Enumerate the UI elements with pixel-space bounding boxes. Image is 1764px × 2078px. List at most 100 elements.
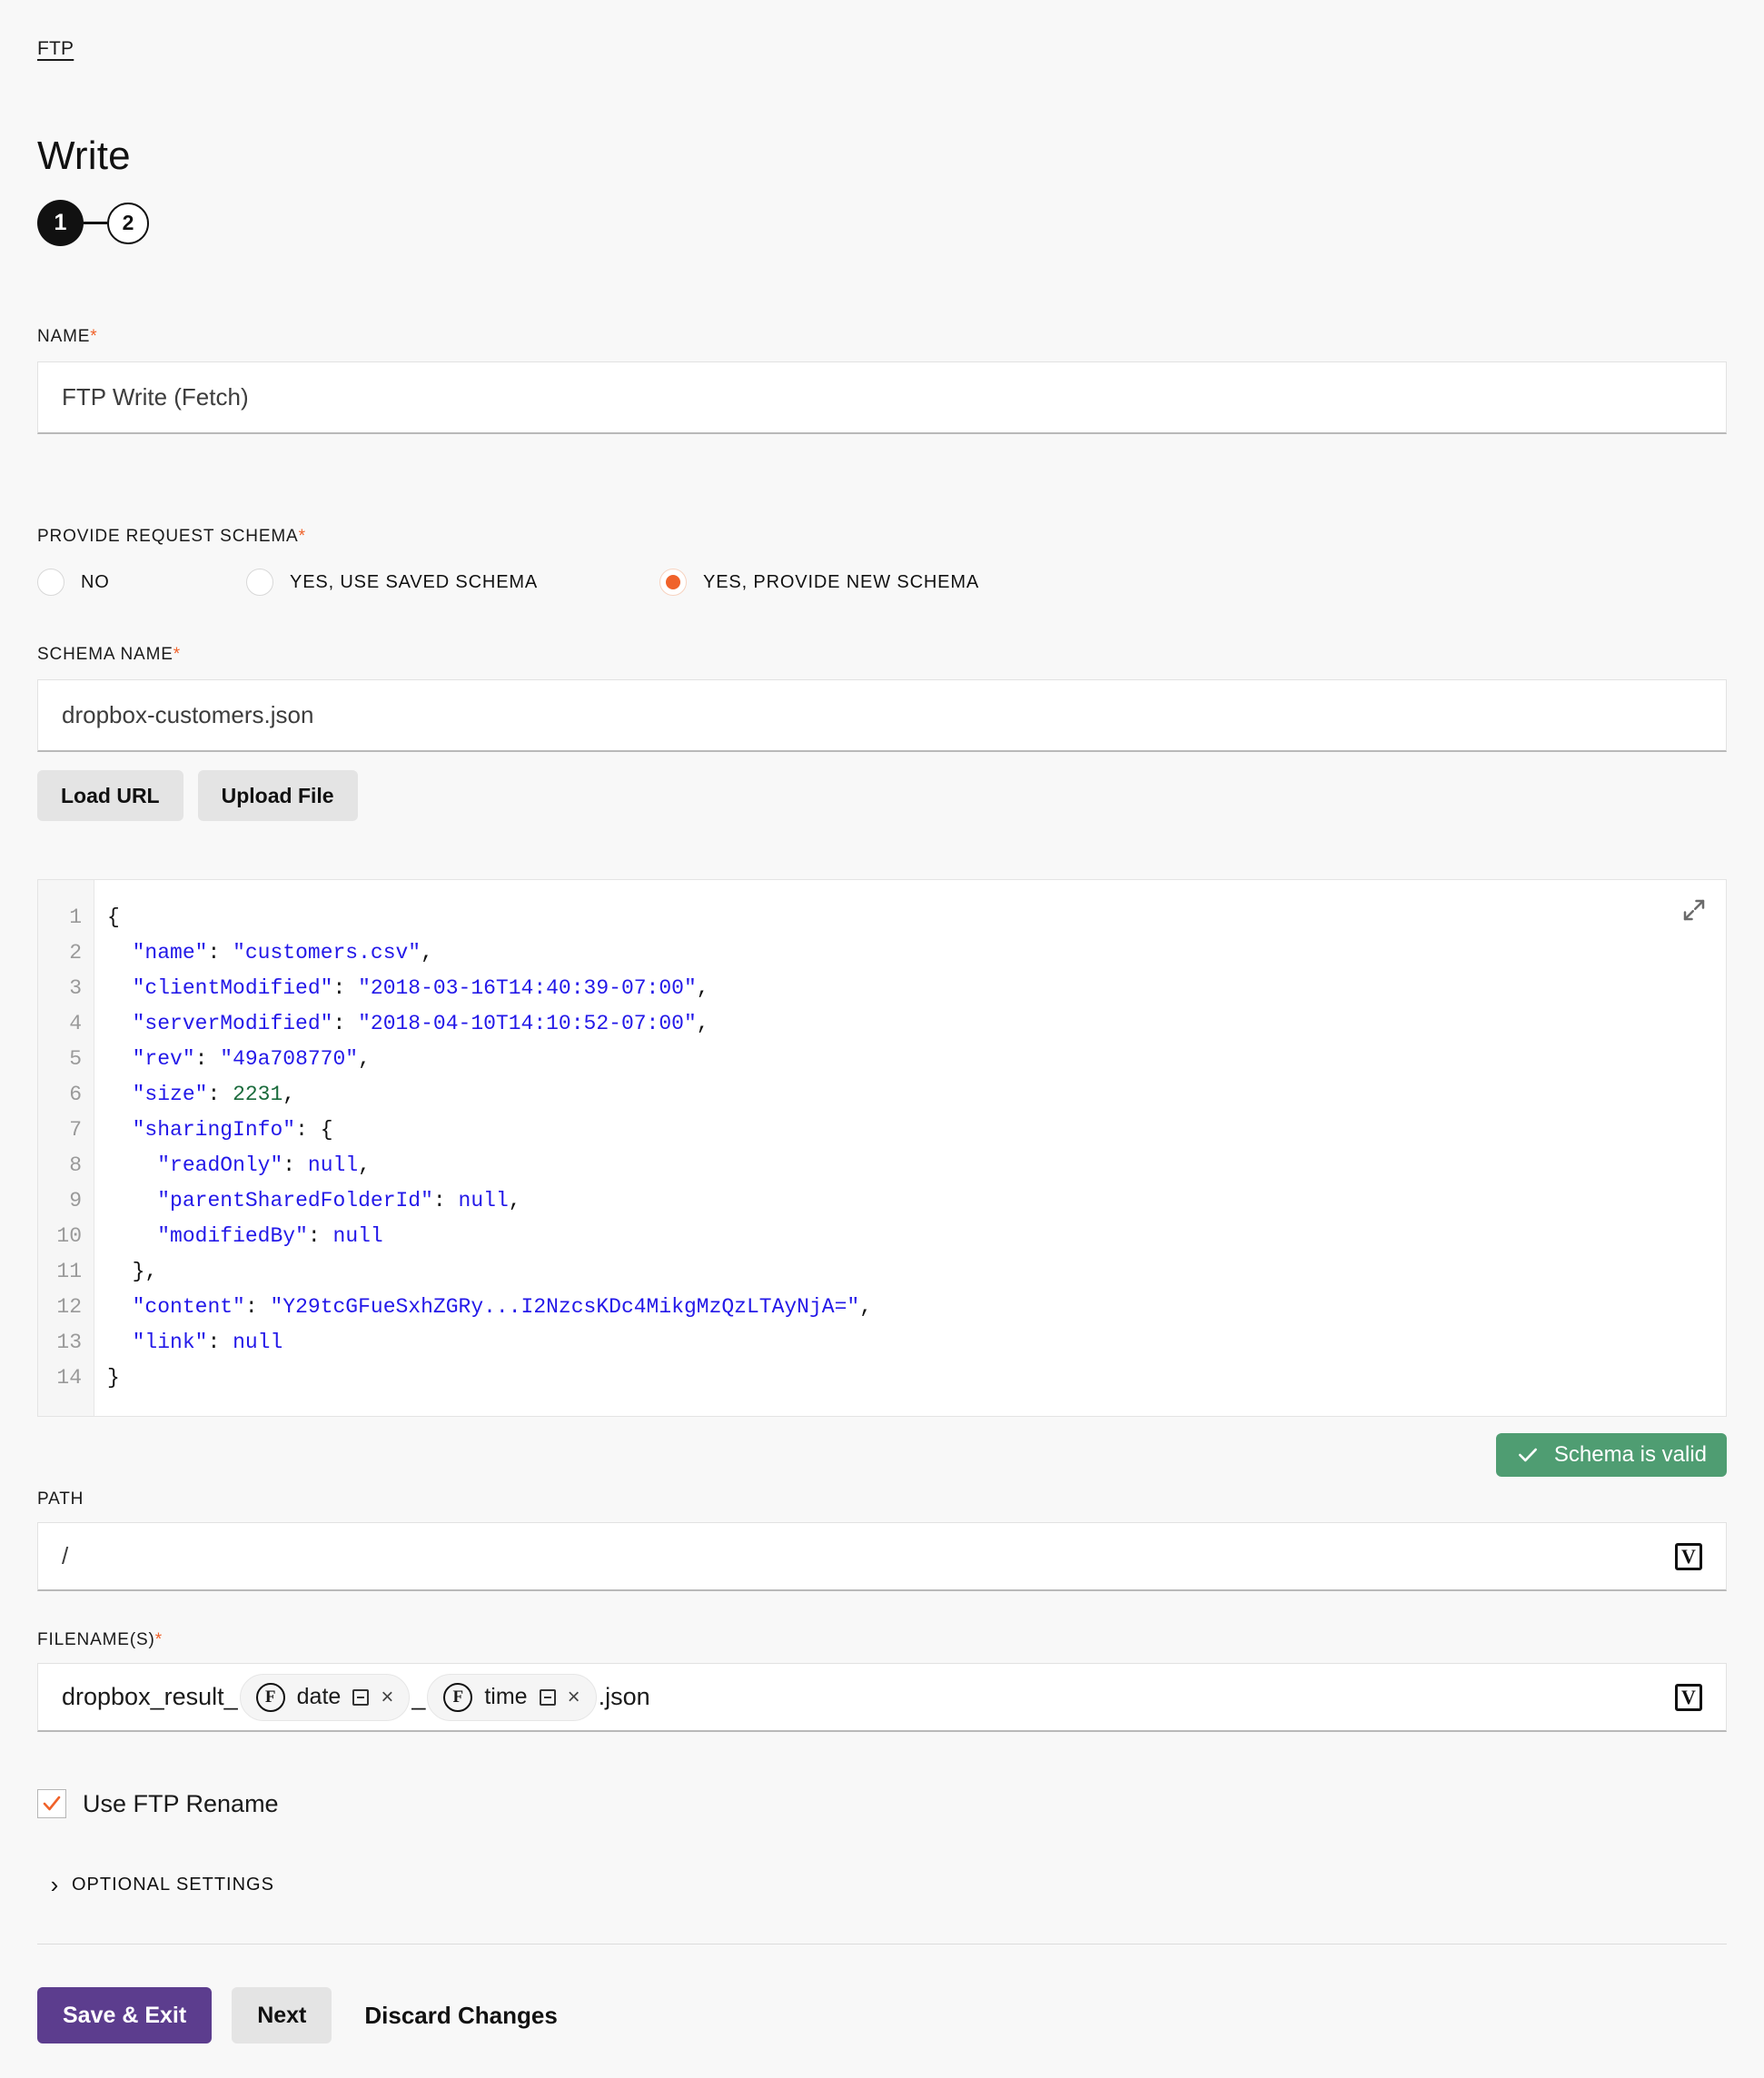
name-input[interactable]: FTP Write (Fetch) — [37, 361, 1727, 434]
filename-content: dropbox_result_ F date × _ F time × .jso… — [62, 1674, 1675, 1721]
required-asterisk: * — [299, 527, 306, 546]
expand-icon[interactable] — [1680, 896, 1708, 924]
path-input[interactable]: / V — [37, 1522, 1727, 1591]
radio-label: YES, USE SAVED SCHEMA — [290, 572, 538, 593]
step-indicator: 1 2 — [37, 200, 149, 246]
radio-icon[interactable] — [37, 569, 64, 596]
token-label: time — [484, 1684, 527, 1710]
footer-actions: Save & Exit Next Discard Changes — [37, 1987, 558, 2043]
line-number: 8 — [38, 1148, 94, 1183]
line-number: 10 — [38, 1219, 94, 1254]
line-number: 6 — [38, 1077, 94, 1113]
discard-changes-button[interactable]: Discard Changes — [364, 2002, 557, 2030]
code-line: "readOnly": null, — [107, 1148, 1726, 1183]
path-label: PATH — [37, 1489, 1727, 1509]
function-badge-icon: F — [443, 1683, 472, 1712]
schema-name-input[interactable]: dropbox-customers.json — [37, 679, 1727, 752]
editor-code-content[interactable]: { "name": "customers.csv", "clientModifi… — [94, 880, 1726, 1416]
radio-label: YES, PROVIDE NEW SCHEMA — [703, 572, 979, 593]
schema-editor-wrapper: 1234567891011121314 { "name": "customers… — [37, 879, 1727, 1477]
path-input-value: / — [62, 1542, 1675, 1570]
chevron-right-icon[interactable]: › — [37, 1871, 72, 1899]
request-schema-label: PROVIDE REQUEST SCHEMA* — [37, 527, 1727, 547]
line-number: 5 — [38, 1042, 94, 1077]
code-line: "serverModified": "2018-04-10T14:10:52-0… — [107, 1006, 1726, 1042]
step-connector — [84, 222, 107, 224]
line-number: 12 — [38, 1290, 94, 1325]
name-field-group: NAME* FTP Write (Fetch) — [37, 327, 1727, 434]
request-schema-group: PROVIDE REQUEST SCHEMA* NO YES, USE SAVE… — [37, 527, 1727, 596]
editor-line-numbers: 1234567891011121314 — [38, 880, 94, 1416]
path-field-group: PATH / V — [37, 1489, 1727, 1591]
validation-row: Schema is valid — [37, 1433, 1727, 1477]
code-line: "sharingInfo": { — [107, 1113, 1726, 1148]
status-badge-schema-valid: Schema is valid — [1496, 1433, 1727, 1477]
line-number: 2 — [38, 935, 94, 971]
check-icon — [1516, 1443, 1540, 1467]
line-number: 7 — [38, 1113, 94, 1148]
radio-icon-selected[interactable] — [659, 569, 687, 596]
radio-option-no[interactable]: NO — [37, 569, 246, 596]
breadcrumb-ftp[interactable]: FTP — [37, 38, 74, 60]
name-label: NAME* — [37, 327, 1727, 347]
required-asterisk: * — [90, 327, 97, 346]
token-label: date — [297, 1684, 342, 1710]
collapse-icon[interactable] — [540, 1689, 556, 1706]
filename-separator: _ — [411, 1683, 425, 1711]
line-number: 1 — [38, 900, 94, 935]
radio-label: NO — [81, 572, 110, 593]
save-and-exit-button[interactable]: Save & Exit — [37, 1987, 212, 2043]
radio-option-use-saved-schema[interactable]: YES, USE SAVED SCHEMA — [246, 569, 659, 596]
filename-prefix: dropbox_result_ — [62, 1683, 238, 1711]
ftp-rename-label: Use FTP Rename — [83, 1790, 279, 1818]
close-icon[interactable]: × — [381, 1687, 393, 1708]
required-asterisk: * — [173, 645, 181, 664]
function-token-date[interactable]: F date × — [240, 1674, 411, 1721]
ftp-rename-checkbox-row[interactable]: Use FTP Rename — [37, 1789, 279, 1818]
line-number: 11 — [38, 1254, 94, 1290]
code-line: }, — [107, 1254, 1726, 1290]
code-line: } — [107, 1361, 1726, 1396]
code-line: "rev": "49a708770", — [107, 1042, 1726, 1077]
checkbox-icon-checked[interactable] — [37, 1789, 66, 1818]
step-1[interactable]: 1 — [37, 200, 84, 246]
schema-code-editor[interactable]: 1234567891011121314 { "name": "customers… — [37, 879, 1727, 1417]
code-line: "link": null — [107, 1325, 1726, 1361]
ftp-write-page: FTP Write 1 2 NAME* FTP Write (Fetch) PR… — [0, 0, 1764, 2078]
step-2[interactable]: 2 — [107, 203, 149, 244]
function-badge-icon: F — [256, 1683, 285, 1712]
line-number: 13 — [38, 1325, 94, 1361]
validation-text: Schema is valid — [1554, 1442, 1707, 1468]
name-input-value: FTP Write (Fetch) — [62, 383, 1702, 411]
filename-field-group: FILENAME(S)* dropbox_result_ F date × _ … — [37, 1630, 1727, 1732]
filename-suffix: .json — [599, 1683, 650, 1711]
optional-settings-label: OPTIONAL SETTINGS — [72, 1875, 274, 1895]
schema-name-group: SCHEMA NAME* dropbox-customers.json Load… — [37, 645, 1727, 821]
code-line: "clientModified": "2018-03-16T14:40:39-0… — [107, 971, 1726, 1006]
upload-file-button[interactable]: Upload File — [198, 770, 358, 821]
line-number: 3 — [38, 971, 94, 1006]
next-button[interactable]: Next — [232, 1987, 332, 2043]
variable-insert-icon[interactable]: V — [1675, 1543, 1702, 1570]
code-line: "name": "customers.csv", — [107, 935, 1726, 971]
page-title: Write — [37, 134, 131, 179]
variable-insert-icon[interactable]: V — [1675, 1684, 1702, 1711]
line-number: 14 — [38, 1361, 94, 1396]
code-line: "content": "Y29tcGFueSxhZGRy...I2NzcsKDc… — [107, 1290, 1726, 1325]
required-asterisk: * — [155, 1630, 163, 1649]
line-number: 9 — [38, 1183, 94, 1219]
optional-settings-toggle[interactable]: › OPTIONAL SETTINGS — [37, 1871, 274, 1899]
code-line: "modifiedBy": null — [107, 1219, 1726, 1254]
radio-option-provide-new-schema[interactable]: YES, PROVIDE NEW SCHEMA — [659, 569, 979, 596]
code-line: "size": 2231, — [107, 1077, 1726, 1113]
load-url-button[interactable]: Load URL — [37, 770, 183, 821]
function-token-time[interactable]: F time × — [427, 1674, 596, 1721]
filename-label: FILENAME(S)* — [37, 1630, 1727, 1650]
line-number: 4 — [38, 1006, 94, 1042]
code-line: "parentSharedFolderId": null, — [107, 1183, 1726, 1219]
radio-icon[interactable] — [246, 569, 273, 596]
close-icon[interactable]: × — [568, 1687, 580, 1708]
request-schema-radio-group: NO YES, USE SAVED SCHEMA YES, PROVIDE NE… — [37, 569, 1727, 596]
collapse-icon[interactable] — [352, 1689, 369, 1706]
filename-input[interactable]: dropbox_result_ F date × _ F time × .jso… — [37, 1663, 1727, 1732]
